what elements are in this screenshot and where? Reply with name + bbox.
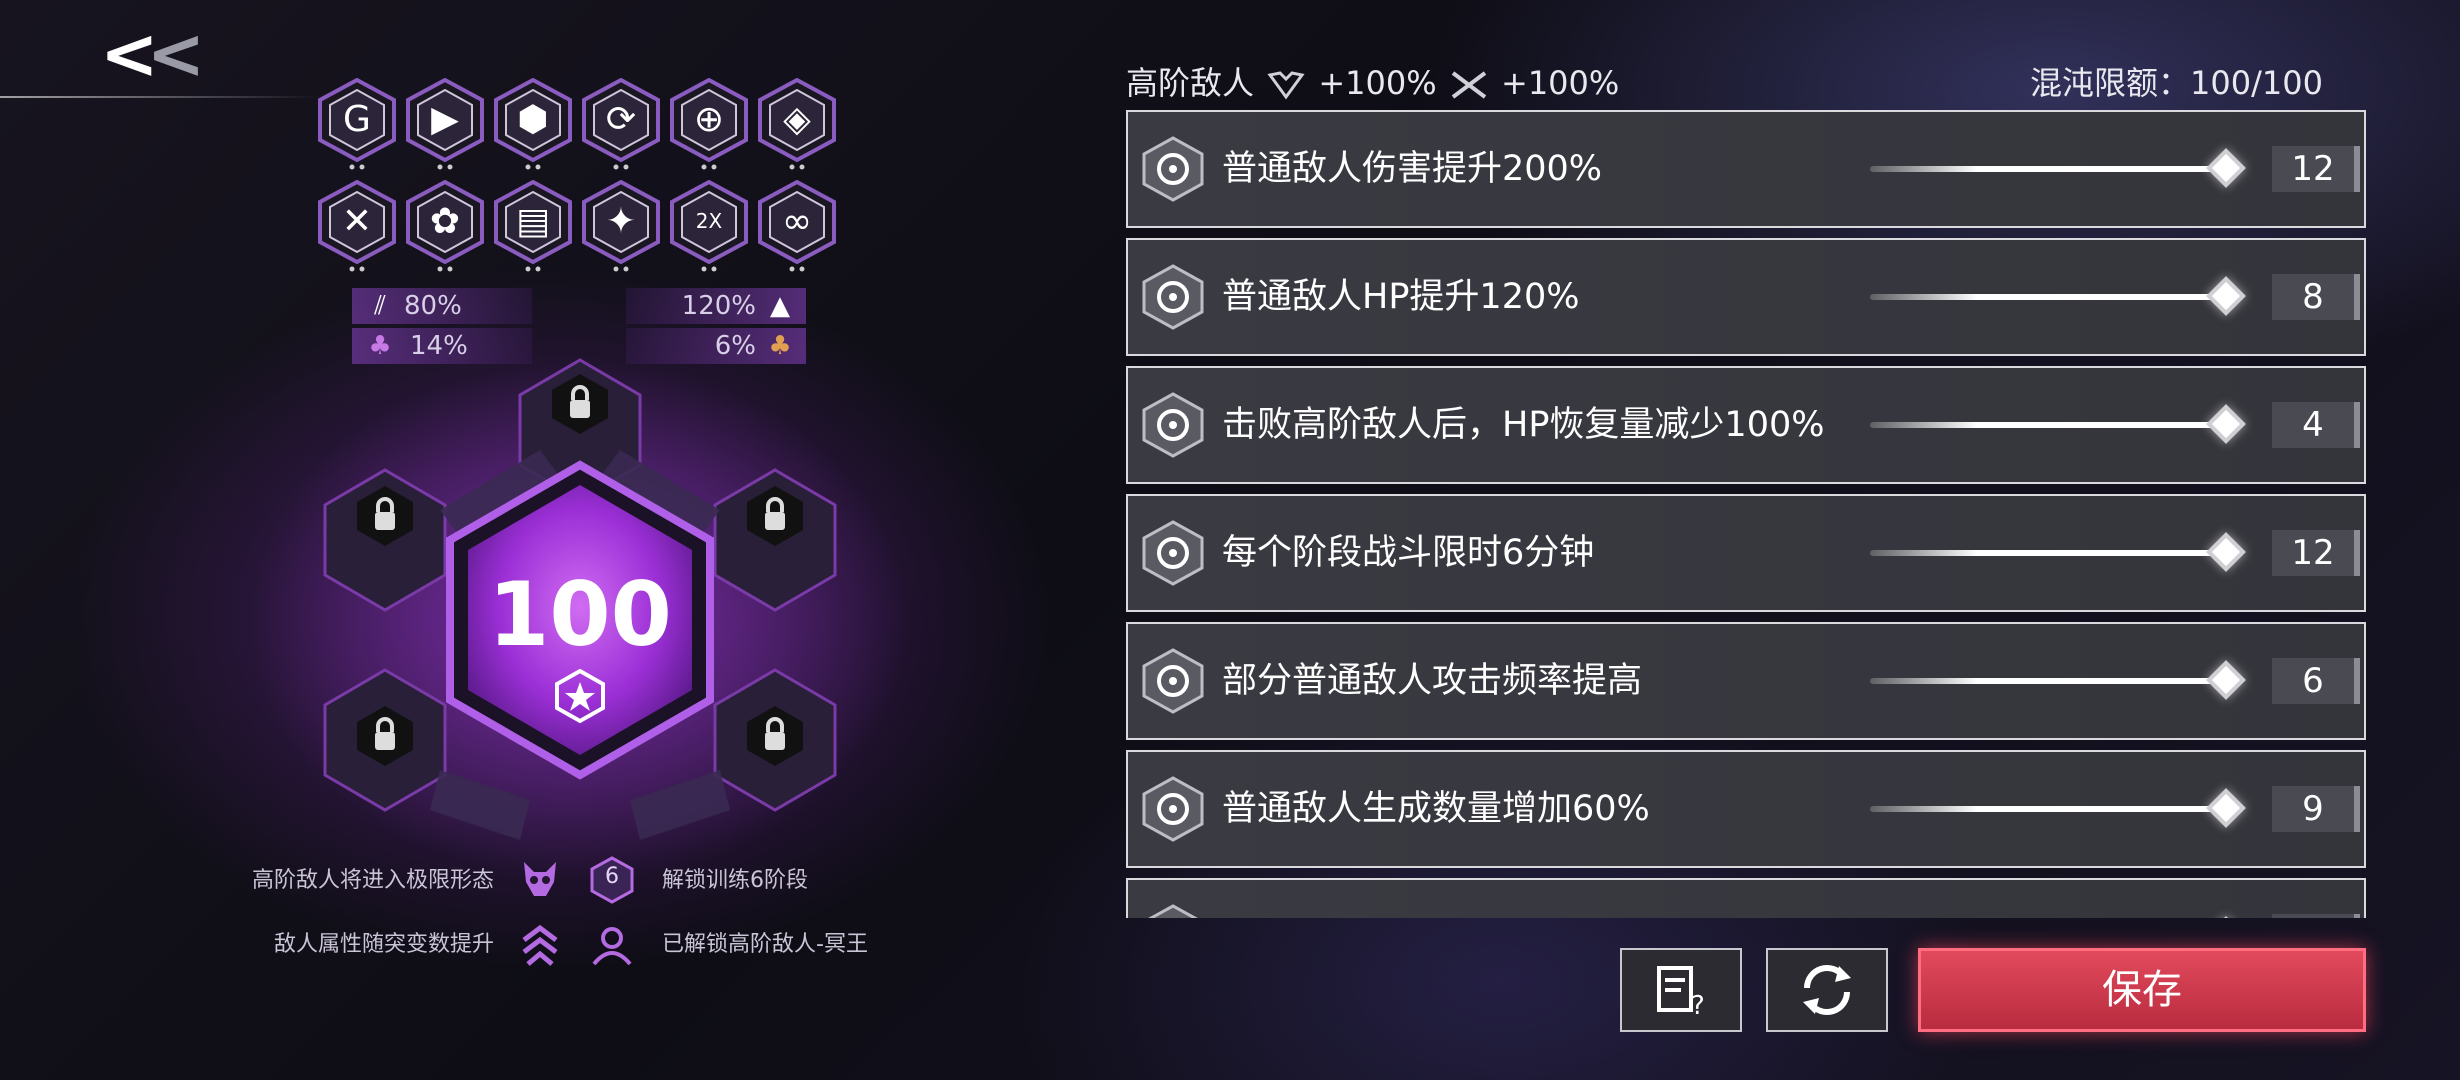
slider-handle[interactable] — [2206, 660, 2246, 700]
mutation-row[interactable]: 部分普通敌人攻击频率提高 6 — [1126, 622, 2366, 740]
info-line2-left: 敌人属性随突变数提升 — [273, 932, 494, 957]
mutation-level: 6 — [2272, 658, 2360, 704]
refresh-icon — [1803, 965, 1851, 1015]
stat-value: 80% — [404, 291, 462, 321]
pluto-boss-icon — [588, 920, 636, 968]
mutation-level: 4 — [2272, 402, 2360, 448]
crossed-swords-icon[interactable]: ✕ — [316, 180, 398, 272]
chaos-limit: 混沌限额：100/100 — [2030, 58, 2323, 104]
slider-handle[interactable] — [2206, 532, 2246, 572]
lock-icon — [548, 372, 612, 436]
core-star-icon — [552, 668, 608, 724]
mutation-row[interactable]: 普通敌人伤害提升200% 12 — [1126, 110, 2366, 228]
chevron-up-stack-icon — [516, 920, 564, 968]
mutation-label: 普通敌人HP提升120% — [1222, 277, 1580, 317]
header-divider — [0, 96, 320, 98]
cube-gear-icon[interactable]: ⬢ — [492, 78, 574, 170]
mutation-row[interactable] — [1126, 878, 2366, 918]
cycle-plus-icon[interactable]: ⟳ — [580, 78, 662, 170]
cog-cluster-icon[interactable]: ✿ — [404, 180, 486, 272]
mutation-label: 普通敌人生成数量增加60% — [1222, 789, 1650, 829]
info-line1-left: 高阶敌人将进入极限形态 — [251, 868, 494, 893]
chaos-value: 100/100 — [2190, 64, 2323, 102]
slider-track[interactable] — [1870, 294, 2226, 300]
infinity-loop-icon[interactable]: ∞ — [756, 180, 838, 272]
lion-emblem-icon — [1140, 136, 1206, 202]
lock-icon — [743, 704, 807, 768]
info-line1-right: 解锁训练6阶段 — [662, 868, 808, 893]
slider-track[interactable] — [1870, 422, 2226, 428]
svg-text:?: ? — [1691, 991, 1705, 1018]
stat-left-top: ⫽ 80% — [352, 288, 532, 324]
cross-shield-emblem-icon — [1140, 776, 1206, 842]
orbit-gear-icon[interactable]: ⊕ — [668, 78, 750, 170]
star-burst-icon[interactable]: ✦ — [580, 180, 662, 272]
claw-icon: ⫽ — [374, 291, 386, 321]
notes-help-button[interactable]: ? — [1620, 948, 1742, 1032]
info-line2-right: 已解锁高阶敌人-冥王 — [662, 932, 868, 957]
crossed-swords-icon — [1447, 69, 1491, 101]
mutation-row[interactable]: 每个阶段战斗限时6分钟 12 — [1126, 494, 2366, 612]
slider-track[interactable] — [1870, 806, 2226, 812]
back-button[interactable]: << — [100, 18, 205, 90]
lock-icon — [743, 484, 807, 548]
beast-emblem-icon — [1140, 648, 1206, 714]
elite-bonus-header: 高阶敌人 +100% +100% — [1126, 58, 1619, 104]
slider-handle[interactable] — [2206, 148, 2246, 188]
wing-emblem-icon — [1140, 392, 1206, 458]
elite-label: 高阶敌人 — [1126, 64, 1255, 102]
document-stack-icon[interactable]: ▤ — [492, 180, 574, 272]
lock-icon — [353, 484, 417, 548]
stat-value: 120% — [681, 291, 756, 321]
slider-handle[interactable] — [2206, 404, 2246, 444]
mutation-level: 12 — [2272, 530, 2360, 576]
chaos-label: 混沌限额： — [2030, 64, 2191, 102]
reset-button[interactable] — [1766, 948, 1888, 1032]
mutation-level: 8 — [2272, 274, 2360, 320]
triangle-emblem-icon: ▲ — [770, 291, 790, 321]
chevron-double-left-icon: << — [100, 13, 205, 95]
slider-track[interactable] — [1870, 678, 2226, 684]
mutation-label: 每个阶段战斗限时6分钟 — [1222, 533, 1595, 573]
mutation-label: 普通敌人伤害提升200% — [1222, 149, 1603, 189]
demon-skull-icon — [516, 856, 564, 904]
slider-handle[interactable] — [2206, 916, 2246, 918]
stage-6-icon: 6 — [588, 856, 636, 904]
emblem-icon — [1140, 904, 1206, 918]
heart-hp-icon — [1264, 69, 1308, 101]
mutation-row[interactable]: 普通敌人HP提升120% 8 — [1126, 238, 2366, 356]
mutation-row[interactable]: 击败高阶敌人后，HP恢复量减少100% 4 — [1126, 366, 2366, 484]
wolf-emblem-icon — [1140, 264, 1206, 330]
slider-handle[interactable] — [2206, 276, 2246, 316]
mutation-label: 部分普通敌人攻击频率提高 — [1222, 661, 1643, 701]
mutation-label: 击败高阶敌人后，HP恢复量减少100% — [1222, 405, 1825, 445]
hourglass-emblem-icon — [1140, 520, 1206, 586]
stat-right-top: 120% ▲ — [626, 288, 806, 324]
slider-track[interactable] — [1870, 166, 2226, 172]
play-hex-icon[interactable]: ▶ — [404, 78, 486, 170]
elite-atk-bonus: +100% — [1501, 64, 1620, 102]
elite-hp-bonus: +100% — [1318, 64, 1437, 102]
core-value: 100 — [488, 563, 672, 666]
mutation-row[interactable]: 普通敌人生成数量增加60% 9 — [1126, 750, 2366, 868]
mutator-grid: G ▶ ⬢ ⟳ ⊕ ◈ ✕ ✿ ▤ ✦ 2X ∞ — [0, 0, 836, 272]
lock-icon — [353, 704, 417, 768]
mutation-level — [2272, 914, 2360, 918]
2x-hex-icon[interactable]: 2X — [668, 180, 750, 272]
mutation-list[interactable]: 普通敌人伤害提升200% 12 普通敌人HP提升120% 8 击败高阶敌人后，HP恢复量… — [1120, 110, 2380, 918]
slider-handle[interactable] — [2206, 788, 2246, 828]
save-button[interactable]: 保存 — [1918, 948, 2366, 1032]
chip-shield-icon[interactable]: ◈ — [756, 78, 838, 170]
slider-track[interactable] — [1870, 550, 2226, 556]
mutation-level: 9 — [2272, 786, 2360, 832]
mutation-level: 12 — [2272, 146, 2360, 192]
notes-help-icon: ? — [1657, 966, 1705, 1018]
crescent-gear-icon[interactable]: G — [316, 78, 398, 170]
